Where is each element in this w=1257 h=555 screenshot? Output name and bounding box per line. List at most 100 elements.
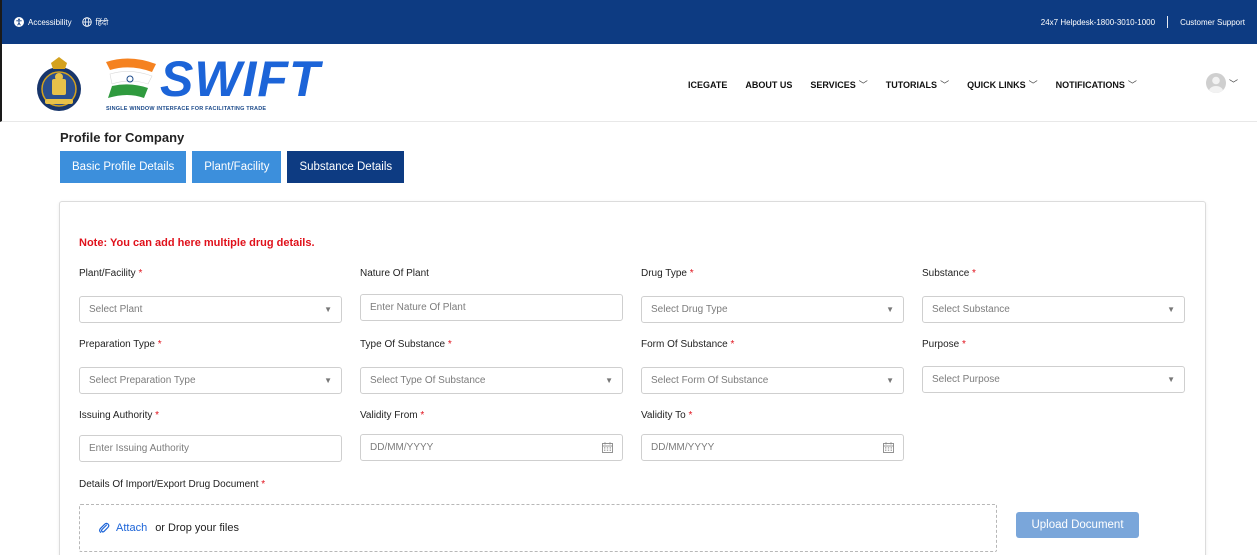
- input-placeholder: Enter Nature Of Plant: [370, 302, 466, 313]
- swift-logo[interactable]: SWIFT SINGLE WINDOW INTERFACE FOR FACILI…: [102, 51, 320, 116]
- preparation-type-label: Preparation Type *: [79, 339, 162, 350]
- label-text: Type Of Substance: [360, 339, 446, 350]
- plant-facility-label: Plant/Facility *: [79, 268, 142, 279]
- swift-flag-icon: [106, 58, 156, 98]
- language-toggle[interactable]: हिंदी: [81, 17, 109, 28]
- drop-files-text: or Drop your files: [155, 522, 239, 534]
- nav-label: NOTIFICATIONS: [1055, 79, 1125, 90]
- type-of-substance-label: Type Of Substance *: [360, 339, 452, 350]
- select-placeholder: Select Drug Type: [651, 304, 728, 315]
- user-icon: [1209, 76, 1223, 93]
- substance-select[interactable]: Select Substance ▼: [922, 296, 1185, 323]
- divider: [1167, 16, 1169, 28]
- calendar-icon[interactable]: [602, 442, 613, 453]
- label-text: Drug Type: [641, 268, 687, 279]
- input-placeholder: DD/MM/YYYY: [651, 442, 715, 453]
- chevron-down-icon: ﹀: [1127, 80, 1137, 90]
- select-placeholder: Select Purpose: [932, 374, 1000, 385]
- tab-substance-details[interactable]: Substance Details: [287, 151, 405, 183]
- nav-services[interactable]: SERVICES ﹀: [810, 78, 867, 91]
- chevron-down-icon: ﹀: [1229, 78, 1239, 89]
- label-text: Nature Of Plant: [360, 268, 429, 279]
- caret-down-icon: ▼: [1167, 305, 1175, 314]
- required-marker: *: [155, 410, 160, 421]
- label-text: Preparation Type: [79, 339, 155, 350]
- avatar: [1206, 73, 1226, 93]
- tab-basic-profile-details[interactable]: Basic Profile Details: [60, 151, 187, 183]
- type-of-substance-select[interactable]: Select Type Of Substance ▼: [360, 367, 623, 394]
- nav-label: ABOUT US: [745, 79, 793, 90]
- label-text: Plant/Facility: [79, 268, 136, 279]
- validity-from-label: Validity From *: [360, 410, 424, 421]
- select-placeholder: Select Plant: [89, 304, 143, 315]
- validity-to-input[interactable]: DD/MM/YYYY: [641, 434, 904, 461]
- file-dropzone[interactable]: Attach or Drop your files: [79, 504, 997, 552]
- upload-document-button[interactable]: Upload Document: [1016, 512, 1139, 538]
- attach-link[interactable]: Attach: [116, 522, 147, 534]
- chevron-down-icon: ﹀: [1028, 80, 1038, 90]
- nav-label: SERVICES: [810, 79, 856, 90]
- tab-plant-facility[interactable]: Plant/Facility: [192, 151, 282, 183]
- purpose-select[interactable]: Select Purpose ▼: [922, 366, 1185, 393]
- label-text: Details Of Import/Export Drug Document: [79, 479, 259, 490]
- government-emblem-icon: [37, 57, 81, 111]
- drug-type-label: Drug Type *: [641, 268, 694, 279]
- required-marker: *: [447, 339, 452, 350]
- label-text: Substance: [922, 268, 970, 279]
- required-marker: *: [962, 339, 966, 350]
- validity-to-label: Validity To *: [641, 410, 692, 421]
- required-marker: *: [972, 268, 976, 279]
- preparation-type-select[interactable]: Select Preparation Type ▼: [79, 367, 342, 394]
- chevron-down-icon: ﹀: [858, 80, 868, 90]
- label-text: Issuing Authority: [79, 410, 153, 421]
- plant-select[interactable]: Select Plant ▼: [79, 296, 342, 323]
- nav-notifications[interactable]: NOTIFICATIONS ﹀: [1056, 78, 1137, 91]
- form-of-substance-select[interactable]: Select Form Of Substance ▼: [641, 367, 904, 394]
- select-placeholder: Select Type Of Substance: [370, 375, 486, 386]
- top-utility-bar: Accessibility हिंदी 24x7 Helpdesk-1800-3…: [0, 0, 1257, 44]
- label-text: Validity From: [360, 410, 418, 421]
- substance-label: Substance *: [922, 268, 976, 279]
- issuing-authority-label: Issuing Authority *: [79, 410, 159, 421]
- caret-down-icon: ▼: [324, 305, 332, 314]
- calendar-icon[interactable]: [883, 442, 894, 453]
- required-marker: *: [688, 410, 693, 421]
- caret-down-icon: ▼: [886, 305, 894, 314]
- nav-quick-links[interactable]: QUICK LINKS ﹀: [967, 78, 1038, 91]
- caret-down-icon: ▼: [886, 376, 894, 385]
- issuing-authority-input[interactable]: Enter Issuing Authority: [79, 435, 342, 462]
- accessibility-icon: [14, 17, 24, 27]
- required-marker: *: [420, 410, 425, 421]
- page-title: Profile for Company: [60, 130, 185, 145]
- purpose-label: Purpose *: [922, 339, 966, 350]
- required-marker: *: [261, 479, 266, 490]
- nav-about-us[interactable]: ABOUT US: [745, 80, 792, 90]
- nav-icegate[interactable]: ICEGATE: [688, 80, 727, 90]
- validity-from-input[interactable]: DD/MM/YYYY: [360, 434, 623, 461]
- accessibility-link[interactable]: Accessibility: [14, 17, 72, 27]
- nature-of-plant-input[interactable]: Enter Nature Of Plant: [360, 294, 623, 321]
- logo-tagline: SINGLE WINDOW INTERFACE FOR FACILITATING…: [106, 106, 267, 112]
- top-utility-left: Accessibility हिंदी: [14, 17, 108, 28]
- document-label: Details Of Import/Export Drug Document *: [79, 479, 265, 490]
- required-marker: *: [689, 268, 694, 279]
- label-text: Purpose: [922, 339, 960, 350]
- paperclip-icon: [99, 522, 110, 533]
- input-placeholder: DD/MM/YYYY: [370, 442, 434, 453]
- top-utility-right: 24x7 Helpdesk-1800-3010-1000 Customer Su…: [1041, 16, 1245, 28]
- logo-wordmark: SWIFT: [160, 51, 321, 107]
- caret-down-icon: ▼: [324, 376, 332, 385]
- nav-label: QUICK LINKS: [967, 79, 1026, 90]
- caret-down-icon: ▼: [605, 376, 613, 385]
- language-label: हिंदी: [95, 17, 109, 27]
- nav-tutorials[interactable]: TUTORIALS ﹀: [886, 78, 949, 91]
- user-menu[interactable]: ﹀: [1206, 73, 1238, 93]
- customer-support-link[interactable]: Customer Support: [1180, 18, 1245, 27]
- main-nav: ICEGATE ABOUT US SERVICES ﹀ TUTORIALS ﹀ QU…: [688, 78, 1137, 91]
- input-placeholder: Enter Issuing Authority: [89, 443, 190, 454]
- globe-icon: [81, 17, 92, 27]
- required-marker: *: [730, 339, 735, 350]
- label-text: Form Of Substance: [641, 339, 728, 350]
- drug-type-select[interactable]: Select Drug Type ▼: [641, 296, 904, 323]
- site-header: SWIFT SINGLE WINDOW INTERFACE FOR FACILI…: [0, 44, 1257, 122]
